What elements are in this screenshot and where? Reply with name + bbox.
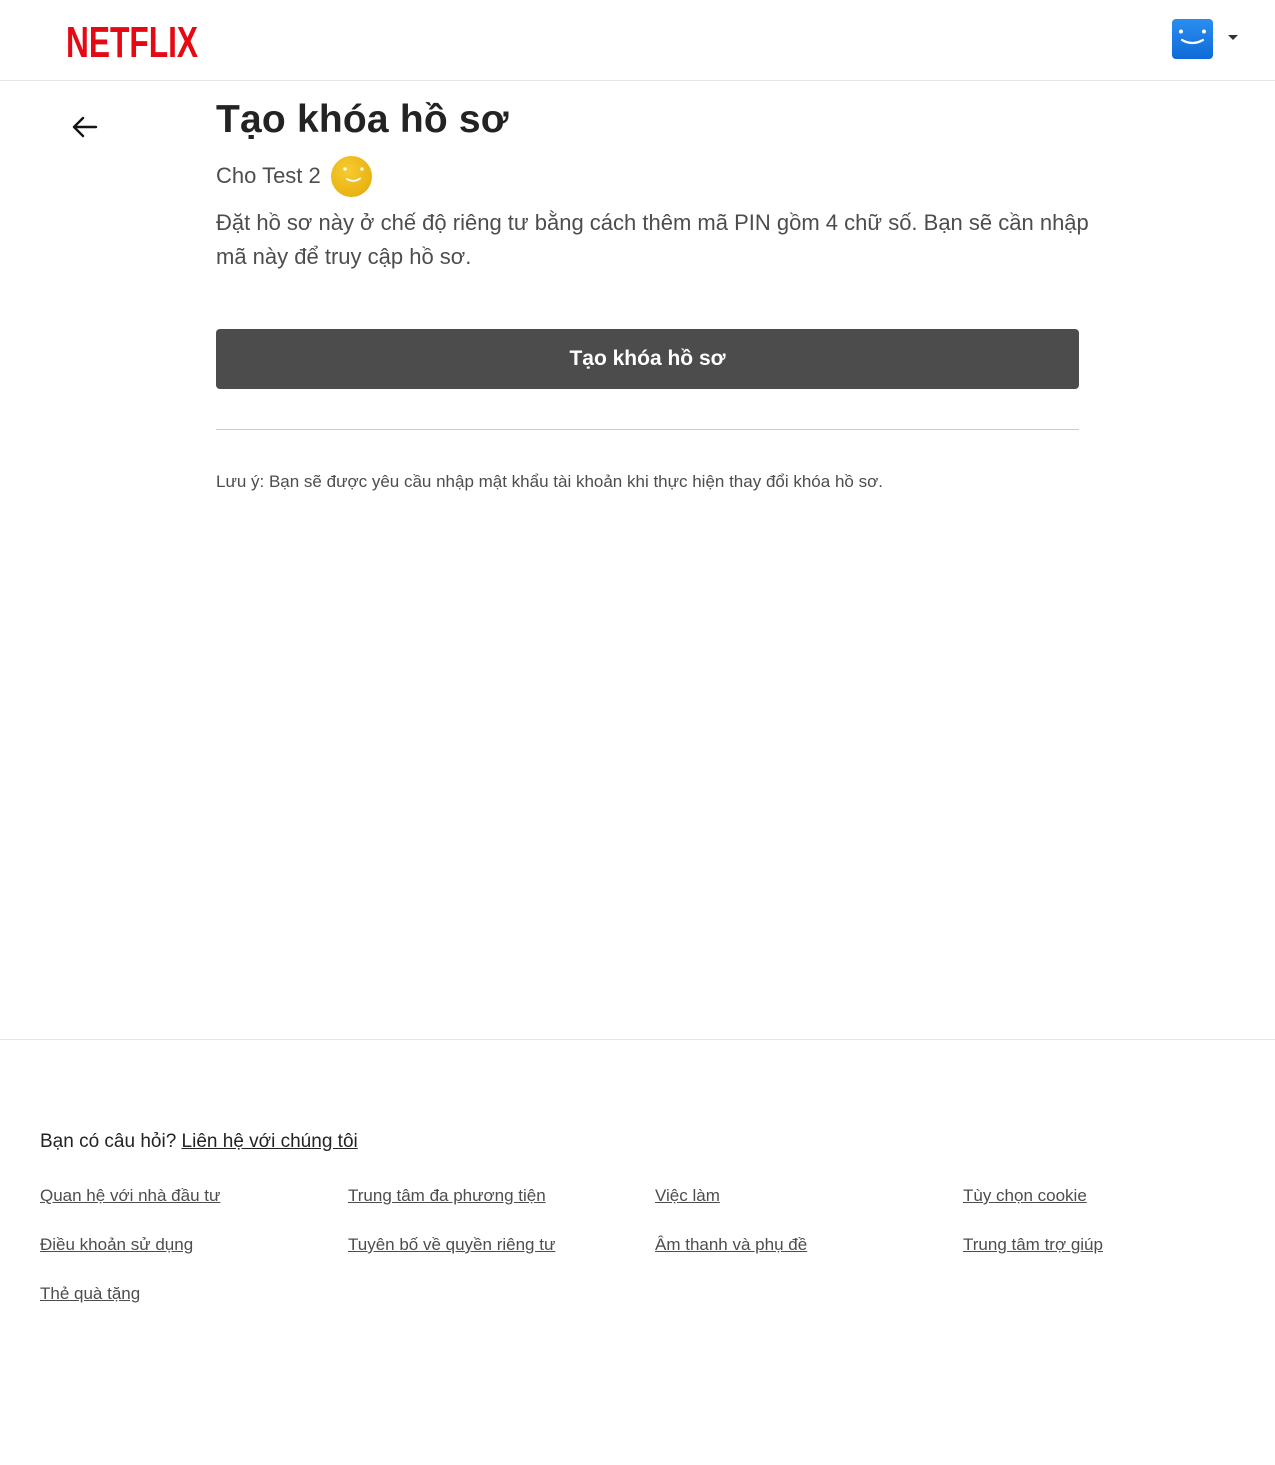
footer-link-privacy-statement[interactable]: Tuyên bố về quyền riêng tư <box>348 1235 555 1255</box>
back-button[interactable] <box>68 112 102 142</box>
footer-divider <box>0 1039 1275 1040</box>
contact-us-link[interactable]: Liên hệ với chúng tôi <box>182 1131 358 1152</box>
footer-link-investor-relations[interactable]: Quan hệ với nhà đầu tư <box>40 1186 220 1206</box>
profile-menu-button[interactable] <box>1172 19 1242 59</box>
footer-link-gift-cards[interactable]: Thẻ quà tặng <box>40 1284 140 1304</box>
caret-down-icon <box>1228 35 1238 40</box>
netflix-logo-mark: NETFLIX <box>66 19 198 61</box>
footer-link-cookie-preferences[interactable]: Tùy chọn cookie <box>963 1186 1087 1206</box>
netflix-logo[interactable]: NETFLIX <box>66 19 198 61</box>
footer-question: Bạn có câu hỏi? Liên hệ với chúng tôi <box>40 1131 358 1153</box>
create-profile-lock-button[interactable]: Tạo khóa hồ sơ <box>216 329 1079 389</box>
divider <box>216 429 1079 430</box>
profile-info: Cho Test 2 <box>216 155 372 197</box>
footer-link-help-center[interactable]: Trung tâm trợ giúp <box>963 1235 1103 1255</box>
footer-link-terms-of-use[interactable]: Điều khoản sử dụng <box>40 1235 193 1255</box>
page-title: Tạo khóa hồ sơ <box>216 98 509 141</box>
note-text: Lưu ý: Bạn sẽ được yêu cầu nhập mật khẩu… <box>216 472 883 491</box>
arrow-left-icon <box>72 116 98 138</box>
description-text: Đặt hồ sơ này ở chế độ riêng tư bằng các… <box>216 210 1089 269</box>
profile-name: Cho Test 2 <box>216 163 321 188</box>
site-header: NETFLIX <box>0 0 1275 81</box>
logo-text: NETFLIX <box>66 19 198 61</box>
footer-link-jobs[interactable]: Việc làm <box>655 1186 720 1206</box>
profile-avatar-icon <box>330 155 372 197</box>
footer-link-media-center[interactable]: Trung tâm đa phương tiện <box>348 1186 546 1206</box>
footer-question-text: Bạn có câu hỏi? <box>40 1131 177 1152</box>
footer-link-audio-subtitles[interactable]: Âm thanh và phụ đề <box>655 1235 807 1255</box>
smiley-face-icon <box>1172 19 1213 59</box>
